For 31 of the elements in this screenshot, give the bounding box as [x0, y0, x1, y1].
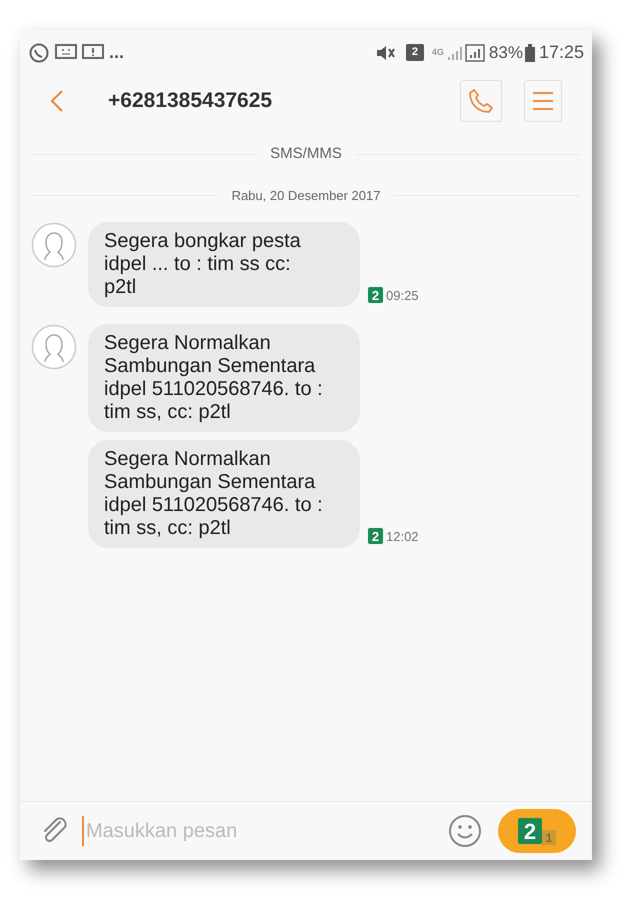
battery-percent: 83%: [488, 42, 523, 64]
menu-icon: [532, 91, 554, 111]
sim-badge: 2: [406, 44, 424, 61]
network-label: 4G: [432, 46, 444, 59]
call-button[interactable]: [460, 80, 502, 122]
sim-badge: 2: [518, 818, 542, 844]
more-notifications: ...: [109, 41, 124, 64]
message-field[interactable]: Masukkan pesan: [82, 816, 438, 846]
clock-time: 17:25: [538, 41, 584, 64]
mute-icon: [376, 44, 396, 62]
menu-button[interactable]: [524, 80, 562, 122]
back-icon: [50, 89, 64, 113]
date-label: Rabu, 20 Desember 2017: [230, 186, 382, 204]
message-bubble: Segera Normalkan Sambungan Sementara idpel 511020568746. to : tim ss, cc: p2tl: [88, 324, 360, 432]
smiley-icon: [448, 814, 482, 848]
send-button[interactable]: 2 1: [498, 809, 576, 853]
phone-icon: [468, 88, 494, 114]
signal-icon: [446, 44, 463, 60]
message-bubble: Segera bongkar pesta idpel ... to : tim ss cc: p2tl: [88, 222, 360, 307]
channel-label: SMS/MMS: [269, 144, 343, 164]
battery-icon: [524, 44, 535, 62]
face-box-icon: [55, 44, 77, 62]
sim-badge: 2: [368, 287, 383, 304]
sim-badge: 1: [542, 830, 556, 845]
message-time: 09:25: [386, 286, 419, 304]
contact-number: +6281385437625: [108, 88, 272, 114]
message-bubble: Segera Normalkan Sambungan Sementara idpel 511020568746. to : tim ss, cc: p2tl: [88, 440, 360, 548]
signal-box-icon: [464, 44, 485, 62]
alert-box-icon: [82, 44, 104, 62]
message-time: 12:02: [386, 528, 419, 546]
sim-badge: 2: [368, 528, 383, 544]
